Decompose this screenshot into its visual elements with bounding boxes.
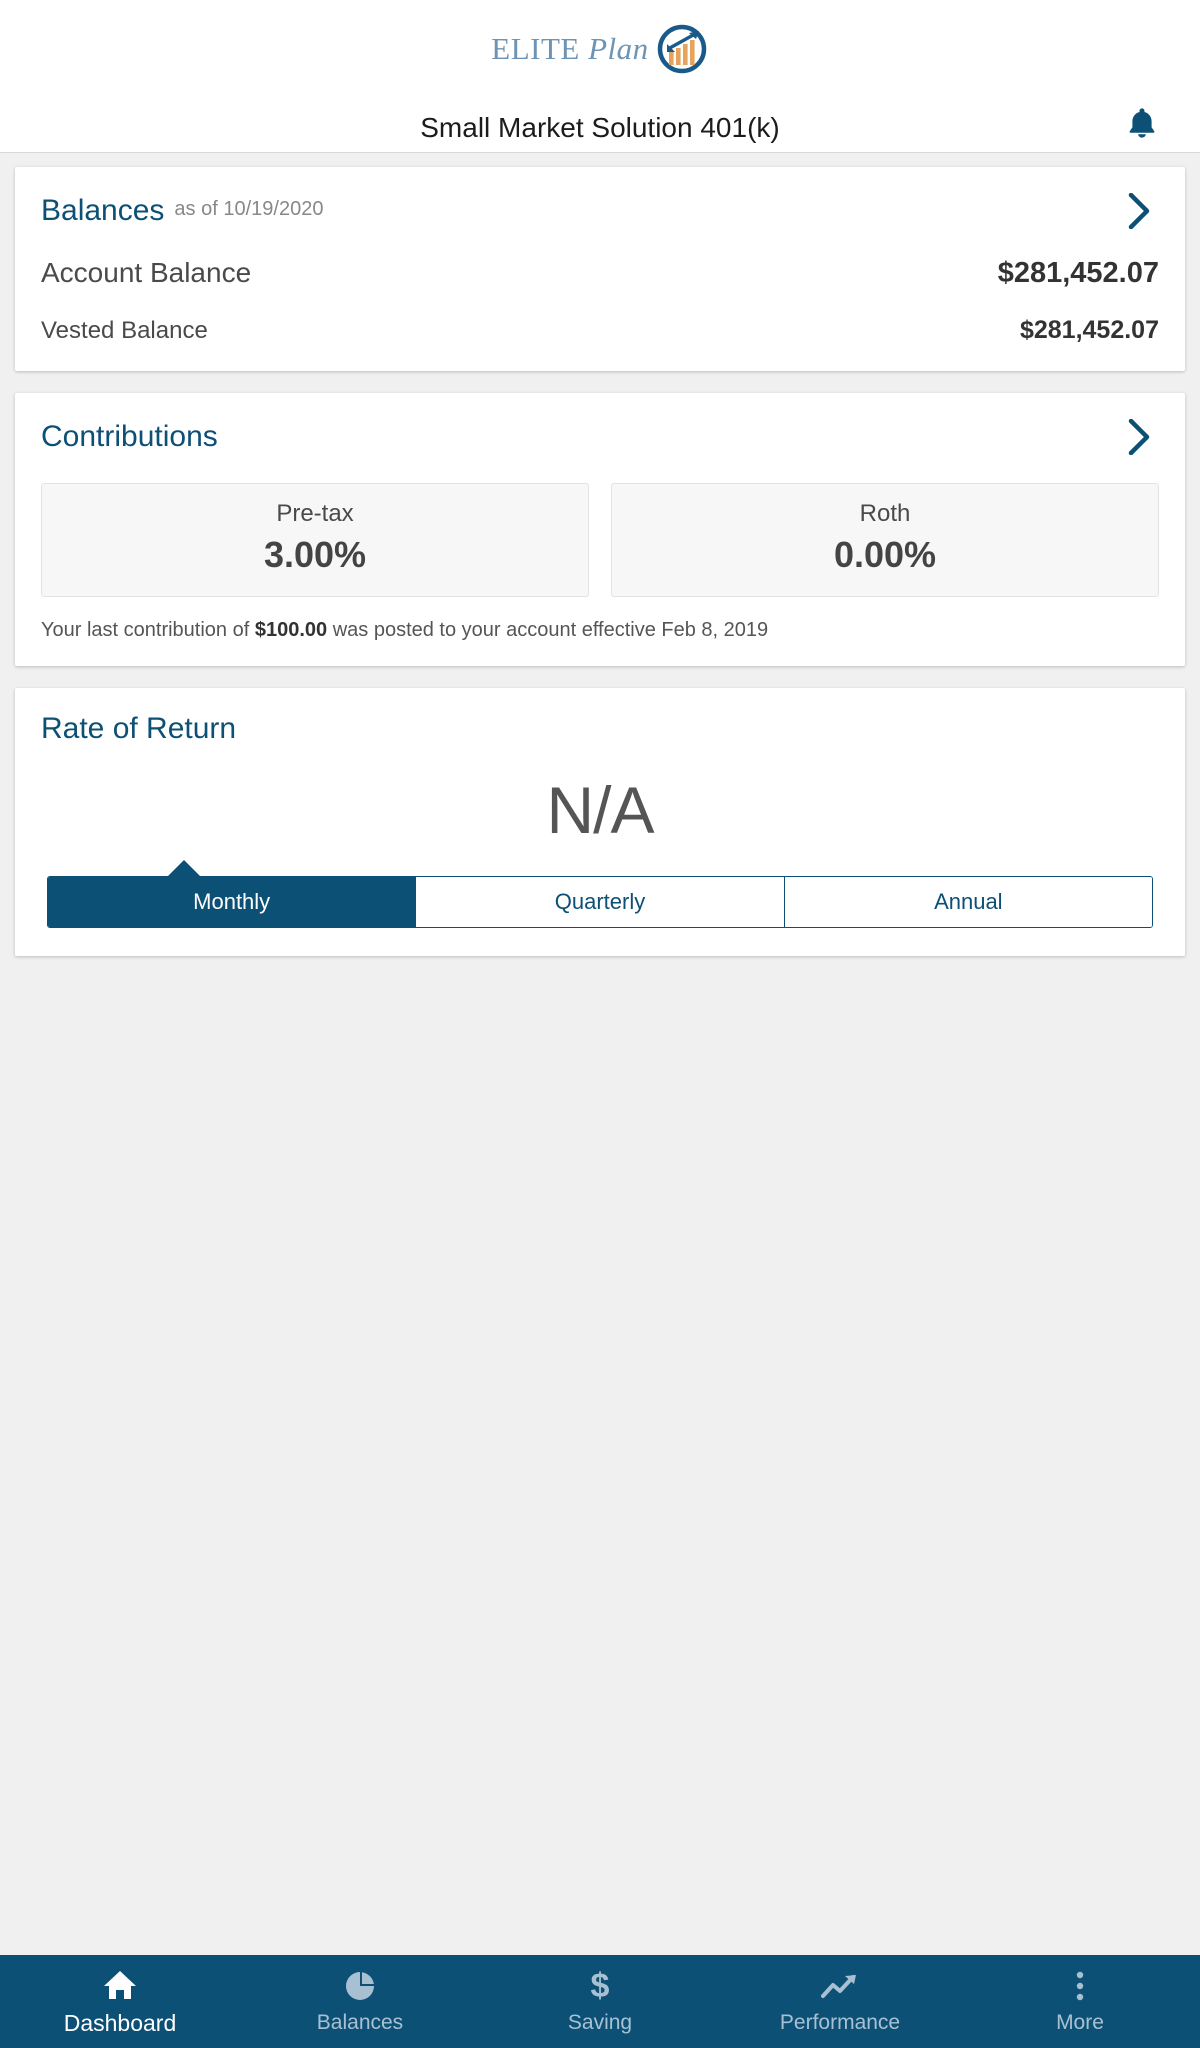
period-segmented-control: Monthly Quarterly Annual	[47, 876, 1153, 928]
balances-card[interactable]: Balances as of 10/19/2020 Account Balanc…	[15, 167, 1185, 371]
dollar-sign-icon: $	[587, 1968, 613, 2002]
nav-item-dashboard[interactable]: Dashboard	[0, 1955, 240, 2048]
last-contribution-note: Your last contribution of $100.00 was po…	[15, 597, 1185, 666]
nav-label-more: More	[1056, 2011, 1104, 2034]
page-title: Small Market Solution 401(k)	[420, 112, 780, 143]
balance-row-vested: Vested Balance $281,452.07	[41, 316, 1159, 345]
period-tab-annual[interactable]: Annual	[783, 877, 1152, 927]
period-tab-quarterly[interactable]: Quarterly	[415, 877, 784, 927]
balances-card-header: Balances as of 10/19/2020	[15, 167, 1185, 231]
logo-text-plan: Plan	[588, 31, 649, 66]
kebab-menu-icon	[1075, 1968, 1085, 2002]
brand-logo: ELITE Plan	[0, 22, 1200, 76]
nav-item-performance[interactable]: Performance	[720, 1955, 960, 2048]
active-period-pointer-icon	[167, 860, 201, 877]
last-contribution-suffix: was posted to your account effective Feb…	[327, 619, 769, 641]
contribution-tile-roth[interactable]: Roth 0.00%	[611, 483, 1159, 597]
elite-plan-chart-arrow-logo-icon	[657, 24, 706, 74]
bottom-navigation-bar: Dashboard Balances $ Saving Performance …	[0, 1955, 1200, 2048]
rate-of-return-card-header: Rate of Return	[15, 688, 1185, 746]
logo-text: ELITE Plan	[491, 31, 648, 67]
period-tab-monthly[interactable]: Monthly	[48, 877, 416, 927]
home-icon	[103, 1967, 137, 2001]
contributions-card-chevron-button[interactable]	[1119, 417, 1159, 457]
svg-text:$: $	[591, 1968, 610, 2002]
contribution-tile-pretax[interactable]: Pre-tax 3.00%	[41, 483, 589, 597]
balances-card-chevron-button[interactable]	[1119, 191, 1159, 231]
roth-value: 0.00%	[833, 534, 937, 575]
rate-of-return-card: Rate of Return N/A Monthly Quarterly Ann…	[15, 688, 1185, 956]
balances-as-of-date: as of 10/19/2020	[174, 198, 324, 220]
account-balance-label: Account Balance	[41, 257, 252, 288]
bell-icon	[1129, 108, 1155, 138]
nav-label-saving: Saving	[567, 2011, 633, 2034]
contributions-card-header: Contributions	[15, 393, 1185, 457]
nav-label-performance: Performance	[779, 2011, 901, 2034]
rate-of-return-value: N/A	[546, 773, 654, 847]
nav-item-more[interactable]: More	[960, 1955, 1200, 2048]
balances-rows: Account Balance $281,452.07 Vested Balan…	[15, 231, 1185, 371]
last-contribution-amount: $100.00	[254, 619, 328, 641]
contributions-card-title: Contributions	[41, 420, 218, 453]
app-root: ELITE Plan Small Market Solution 401(k)	[0, 0, 1200, 2048]
dashboard-content: Balances as of 10/19/2020 Account Balanc…	[0, 153, 1200, 1955]
vested-balance-value: $281,452.07	[1019, 316, 1159, 344]
last-contribution-prefix: Your last contribution of	[41, 619, 255, 641]
roth-label: Roth	[859, 500, 911, 527]
nav-label-balances: Balances	[316, 2011, 404, 2034]
chevron-right-icon	[1128, 419, 1150, 455]
vested-balance-label: Vested Balance	[41, 317, 208, 344]
nav-item-saving[interactable]: $ Saving	[480, 1955, 720, 2048]
nav-label-dashboard: Dashboard	[63, 2009, 177, 2036]
rate-of-return-period-selector: Monthly Quarterly Annual	[15, 854, 1185, 956]
chevron-right-icon	[1128, 193, 1150, 229]
app-header: ELITE Plan Small Market Solution 401(k)	[0, 0, 1200, 153]
pretax-label: Pre-tax	[276, 500, 354, 527]
trend-up-arrow-icon	[821, 1968, 859, 2002]
contributions-card[interactable]: Contributions Pre-tax 3.00% Roth 0.00% Y…	[15, 393, 1185, 666]
pretax-value: 3.00%	[263, 534, 367, 575]
balance-row-account: Account Balance $281,452.07	[41, 257, 1159, 290]
account-balance-value: $281,452.07	[997, 257, 1159, 289]
nav-item-balances[interactable]: Balances	[240, 1955, 480, 2048]
balances-card-title: Balances	[41, 194, 165, 227]
logo-text-elite: ELITE	[491, 31, 580, 66]
notifications-button[interactable]	[1120, 100, 1164, 144]
contribution-tiles: Pre-tax 3.00% Roth 0.00%	[15, 457, 1185, 597]
rate-of-return-card-title: Rate of Return	[41, 712, 237, 745]
pie-chart-icon	[344, 1968, 376, 2002]
